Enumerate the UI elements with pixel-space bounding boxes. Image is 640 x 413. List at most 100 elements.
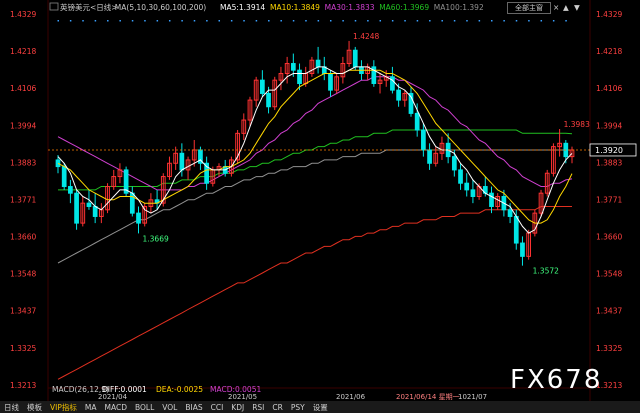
y-tick-label-right: 1.4106 xyxy=(596,84,622,93)
signal-marker xyxy=(391,20,394,22)
signal-marker xyxy=(243,20,245,22)
symbol-name-label: 英镑美元<日线> xyxy=(60,2,118,12)
signal-marker xyxy=(354,20,357,22)
high-annotation: 1.4248 xyxy=(353,32,379,41)
tab-vol[interactable]: VOL xyxy=(158,403,181,412)
last-price-label: 1.3920 xyxy=(595,146,623,155)
macd-dea: DEA:-0.0025 xyxy=(156,385,203,394)
y-tick-label-right: 1.3771 xyxy=(596,196,622,205)
y-tick-label-right: 1.3437 xyxy=(596,307,622,316)
signal-marker xyxy=(255,20,258,22)
signal-marker xyxy=(181,20,183,22)
candle-body xyxy=(396,89,401,101)
candle-body xyxy=(390,76,395,91)
signal-marker xyxy=(168,20,171,22)
y-tick-label-left: 1.3213 xyxy=(10,381,36,390)
y-tick-label-left: 1.4329 xyxy=(10,10,36,19)
signal-marker xyxy=(268,20,270,22)
ma200-line xyxy=(57,206,572,380)
x-axis-label: 2021/05 xyxy=(228,393,257,401)
tab-kdj[interactable]: KDJ xyxy=(227,403,248,412)
all-main-window-button[interactable]: 全部主窗 xyxy=(507,2,551,14)
candle-body xyxy=(507,209,513,217)
candle-body xyxy=(266,92,271,108)
candle-body xyxy=(513,215,519,244)
candle-body xyxy=(421,129,426,151)
y-tick-label-right: 1.3994 xyxy=(596,121,622,130)
signal-marker xyxy=(367,20,369,22)
y-tick-label-right: 1.3883 xyxy=(596,158,622,167)
signal-marker xyxy=(292,20,295,22)
tab-cci[interactable]: CCI xyxy=(207,403,228,412)
ma10-legend: MA10:1.3849 xyxy=(270,3,320,12)
y-tick-label-left: 1.4106 xyxy=(10,84,36,93)
down-icon: ▼ xyxy=(574,3,580,12)
candle-body xyxy=(290,63,296,71)
signal-marker xyxy=(379,20,382,22)
tab-macd[interactable]: MACD xyxy=(100,403,130,412)
tab-ma[interactable]: MA xyxy=(81,403,101,412)
ma10-line xyxy=(57,69,573,224)
y-tick-label-left: 1.3437 xyxy=(10,307,36,316)
tab-vip[interactable]: VIP指标 xyxy=(46,402,81,413)
tab-rsi[interactable]: RSI xyxy=(248,403,268,412)
signal-marker xyxy=(503,20,505,22)
signal-marker xyxy=(305,20,307,22)
signal-marker xyxy=(119,20,121,22)
candle-body xyxy=(136,212,141,224)
y-tick-label-left: 1.3883 xyxy=(10,158,36,167)
x-axis-label: 2021/04 xyxy=(98,393,128,401)
tab-settings[interactable]: 设置 xyxy=(309,402,332,413)
signal-marker xyxy=(280,20,282,22)
signal-marker xyxy=(490,20,493,22)
signal-marker xyxy=(57,20,59,22)
up-icon: ▲ xyxy=(563,3,569,12)
signal-marker xyxy=(565,20,567,22)
tab-template[interactable]: 模板 xyxy=(23,402,46,413)
signal-marker xyxy=(416,20,419,22)
ma100-line xyxy=(57,149,572,264)
window-icon xyxy=(49,2,59,11)
x-icon: × xyxy=(553,3,559,12)
candlestick-chart[interactable]: 1.4329 1.4329 1.4218 1.4218 1.4106 1.4106 1.39… xyxy=(0,0,640,401)
x-axis-label: 1021/07 xyxy=(458,393,487,401)
signal-marker xyxy=(94,20,97,22)
y-tick-label-right: 1.3548 xyxy=(596,270,622,279)
tab-daily[interactable]: 日线 xyxy=(0,402,23,413)
candle-body xyxy=(260,79,265,94)
tab-cr[interactable]: CR xyxy=(268,403,286,412)
candle-body xyxy=(92,205,98,217)
candle-body xyxy=(315,59,321,68)
candle-body xyxy=(55,159,61,168)
signal-marker xyxy=(131,20,134,22)
y-tick-label-left: 1.3994 xyxy=(10,121,36,130)
x-axis-label: 2021/06/14 星期一 xyxy=(396,393,460,401)
signal-marker xyxy=(317,20,320,22)
y-tick-label-right: 1.4218 xyxy=(596,47,622,56)
ma60-legend: MA60:1.3969 xyxy=(379,3,429,12)
candle-body xyxy=(458,169,463,184)
x-axis-label: 2021/06 xyxy=(336,393,366,401)
tab-boll[interactable]: BOLL xyxy=(131,403,158,412)
signal-marker xyxy=(206,20,208,22)
candle-body xyxy=(464,182,470,191)
y-tick-label-left: 1.3548 xyxy=(10,270,36,279)
y-tick-label-right: 1.3660 xyxy=(596,232,622,241)
y-tick-label-right: 1.3325 xyxy=(596,344,622,353)
candle-body xyxy=(61,166,67,188)
signal-marker xyxy=(404,20,406,22)
signal-marker xyxy=(144,20,146,22)
signal-marker xyxy=(441,20,443,22)
signal-marker xyxy=(552,20,555,22)
signal-marker xyxy=(107,20,109,22)
tab-bias[interactable]: BIAS xyxy=(181,403,206,412)
candle-body xyxy=(414,112,420,131)
tab-psy[interactable]: PSY xyxy=(287,403,309,412)
y-tick-label-left: 1.3325 xyxy=(10,344,36,353)
candle-body xyxy=(520,242,525,257)
indicator-tab-bar: 日线 模板 VIP指标 MA MACD BOLL VOL BIAS CCI KD… xyxy=(0,401,640,413)
signal-marker xyxy=(342,20,344,22)
y-tick-label-right: 1.4329 xyxy=(596,10,622,19)
candle-body xyxy=(489,192,494,207)
watermark-logo: FX678 xyxy=(510,365,602,395)
